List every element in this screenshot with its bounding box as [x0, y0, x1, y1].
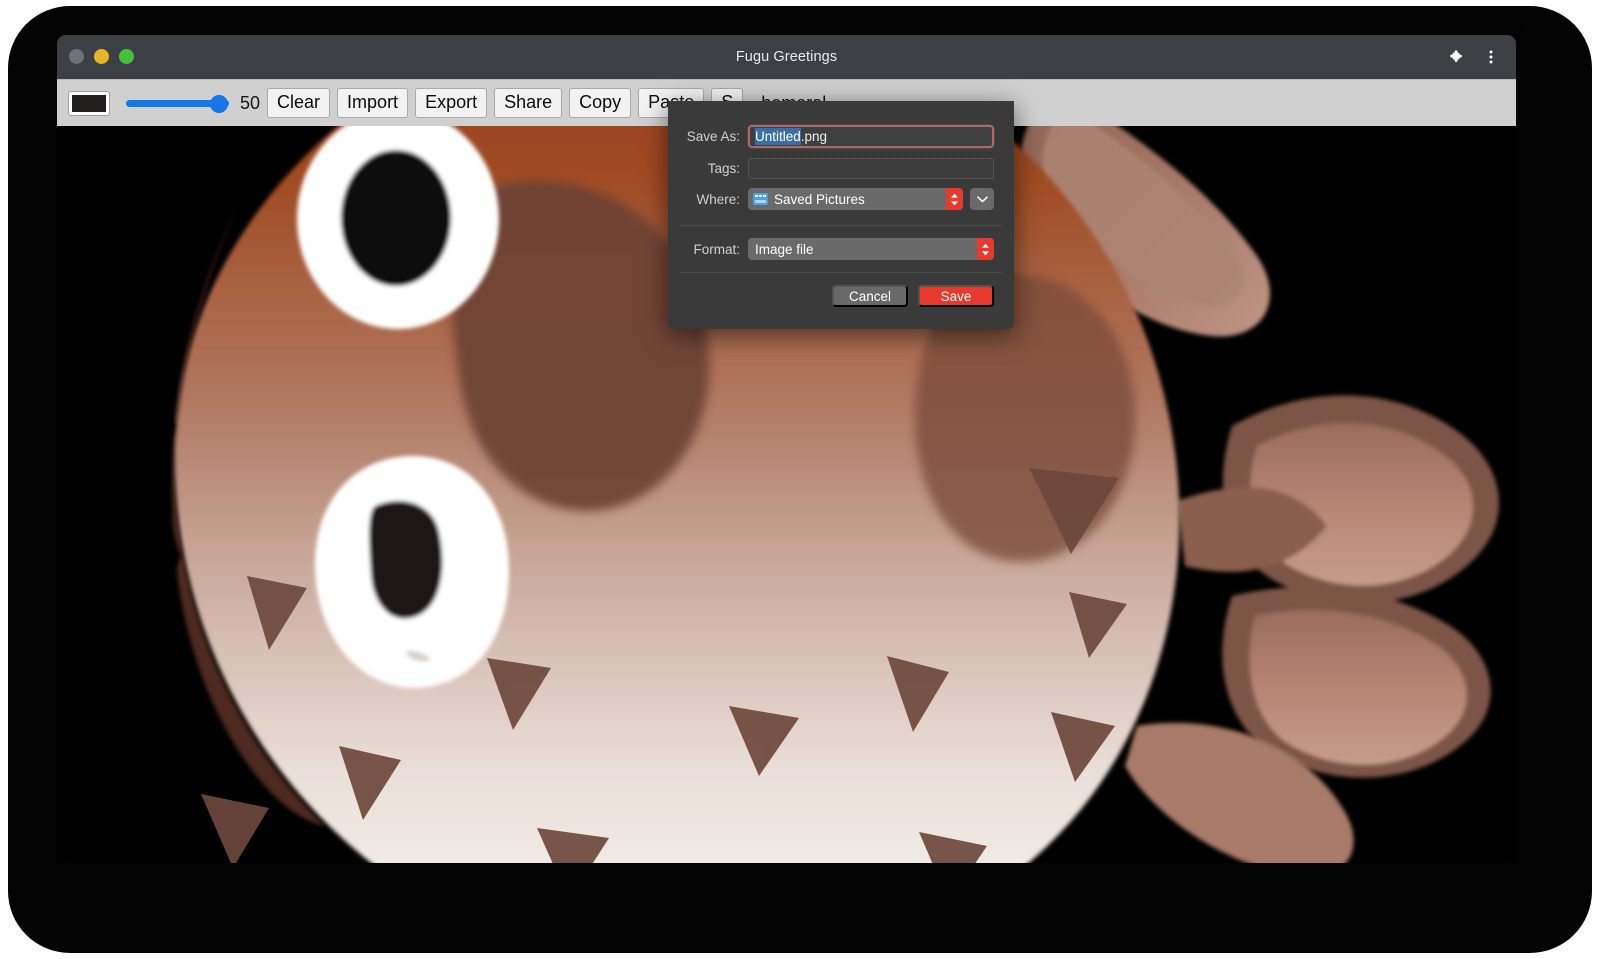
pictures-folder-icon	[753, 193, 768, 205]
puzzle-piece-icon[interactable]	[1442, 42, 1472, 72]
screen-root: Fugu Greetings	[0, 0, 1600, 959]
slider-value-label: 50	[240, 94, 260, 112]
maximize-window-button[interactable]	[119, 49, 134, 64]
import-button[interactable]: Import	[337, 88, 408, 118]
chevron-down-icon	[981, 250, 990, 256]
format-value: Image file	[755, 242, 814, 257]
where-expand-button[interactable]	[970, 188, 994, 210]
chevron-down-icon	[977, 196, 988, 203]
export-button[interactable]: Export	[415, 88, 487, 118]
titlebar-actions	[1442, 35, 1506, 79]
cancel-button[interactable]: Cancel	[832, 285, 908, 307]
close-window-button[interactable]	[69, 49, 84, 64]
format-select[interactable]: Image file	[748, 238, 994, 260]
save-confirm-button[interactable]: Save	[918, 285, 994, 307]
chevron-down-icon	[950, 200, 959, 206]
tags-row: Tags:	[668, 153, 1014, 183]
three-dot-menu-icon[interactable]	[1476, 42, 1506, 72]
save-as-label: Save As:	[668, 129, 748, 144]
window-titlebar: Fugu Greetings	[57, 35, 1516, 79]
format-row: Format: Image file	[668, 226, 1014, 272]
where-row: Where: Saved Pictures	[668, 183, 1014, 215]
tags-input[interactable]	[748, 158, 994, 179]
browser-window: Fugu Greetings	[57, 35, 1516, 863]
clear-button[interactable]: Clear	[267, 88, 330, 118]
save-as-row: Save As: Untitled.png	[668, 119, 1014, 153]
save-as-input[interactable]: Untitled.png	[748, 125, 994, 148]
format-label: Format:	[668, 242, 748, 257]
where-stepper[interactable]	[946, 188, 963, 210]
line-width-slider[interactable]	[126, 91, 234, 116]
window-title: Fugu Greetings	[57, 35, 1516, 79]
format-stepper[interactable]	[977, 238, 994, 260]
color-swatch-preview	[72, 95, 106, 112]
tags-label: Tags:	[668, 161, 748, 176]
where-select[interactable]: Saved Pictures	[748, 188, 963, 210]
share-button[interactable]: Share	[494, 88, 562, 118]
save-as-selected-text: Untitled	[755, 128, 801, 145]
where-label: Where:	[668, 192, 748, 207]
slider-thumb[interactable]	[210, 95, 228, 113]
where-value: Saved Pictures	[774, 192, 865, 207]
color-picker-input[interactable]	[68, 91, 110, 116]
chevron-up-icon	[950, 193, 959, 199]
save-as-extension-text: .png	[801, 129, 827, 144]
chevron-up-icon	[981, 243, 990, 249]
save-file-dialog: Save As: Untitled.png Tags: Where:	[668, 101, 1014, 329]
traffic-lights	[69, 49, 134, 64]
minimize-window-button[interactable]	[94, 49, 109, 64]
copy-button[interactable]: Copy	[569, 88, 631, 118]
dialog-buttons: Cancel Save	[668, 273, 1014, 307]
